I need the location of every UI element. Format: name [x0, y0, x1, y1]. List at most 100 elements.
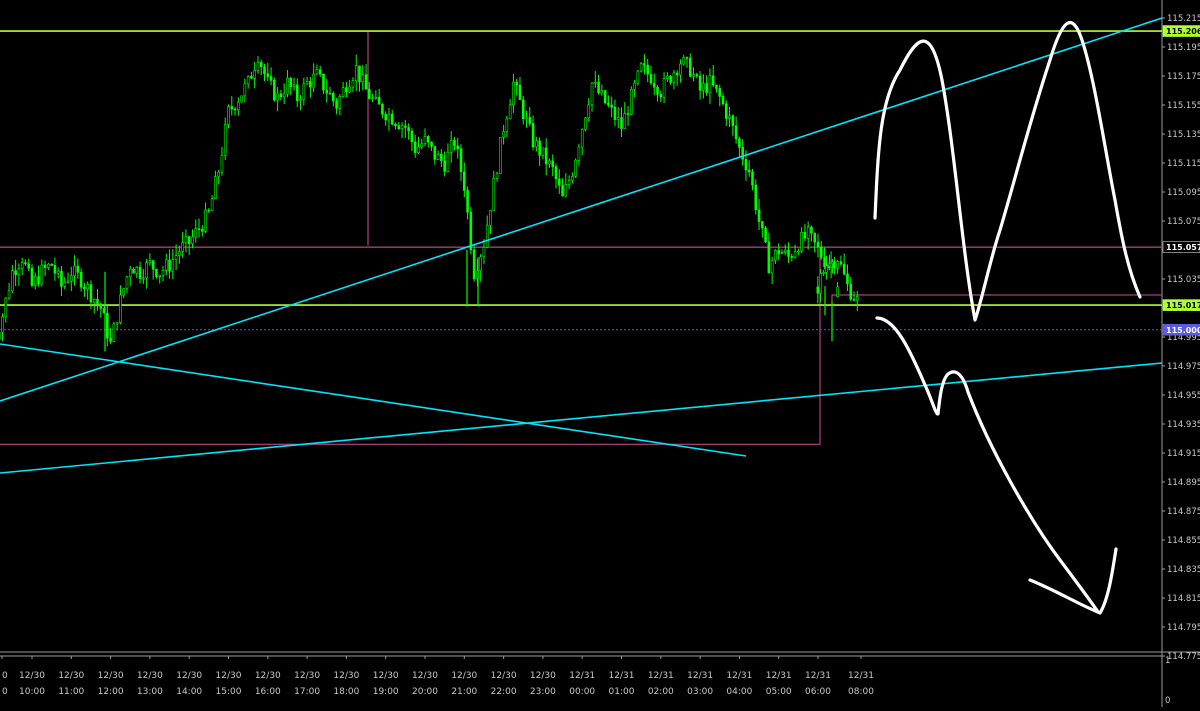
candle-body — [696, 75, 698, 76]
candle-body — [729, 116, 731, 119]
candle-body — [431, 142, 433, 146]
candle-body — [80, 272, 82, 287]
candle-body — [673, 73, 675, 83]
bearish-arrow-head-drawing[interactable] — [1030, 549, 1116, 613]
candle-body — [306, 81, 308, 84]
trading-chart[interactable]: 115.215115.195115.175115.155115.135115.1… — [0, 0, 1200, 707]
candle-body — [205, 210, 207, 231]
candle-body — [843, 264, 845, 274]
candle-body — [447, 152, 449, 171]
candle-body — [817, 287, 819, 293]
x-axis-date-label: 12/31 — [726, 671, 752, 681]
candle-body — [336, 101, 338, 109]
candle-body — [201, 229, 203, 231]
candle-body — [545, 148, 547, 164]
x-axis-date-label: 12/30 — [176, 671, 202, 681]
candle-body — [345, 88, 347, 92]
candle-body — [18, 269, 20, 275]
candle-body — [178, 251, 180, 255]
candle-body — [791, 256, 793, 257]
candle-body — [804, 232, 806, 238]
candle-body — [558, 179, 560, 185]
x-axis-date-label: 12/30 — [530, 671, 556, 681]
y-axis-tick-label: 114.975 — [1167, 362, 1200, 372]
candle-body — [467, 190, 469, 212]
candle-body — [188, 237, 190, 244]
candle-body — [391, 114, 393, 124]
ascending-trend-line[interactable] — [0, 18, 1162, 401]
candle-body — [38, 277, 40, 284]
candle-body — [123, 289, 125, 295]
candle-body — [401, 126, 403, 129]
range-box[interactable] — [0, 247, 820, 444]
candle-body — [133, 269, 135, 273]
candle-body — [601, 91, 603, 93]
candle-body — [581, 130, 583, 148]
candle-body — [322, 74, 324, 90]
candle-body — [781, 253, 783, 254]
bearish-scenario-drawing[interactable] — [877, 318, 1098, 612]
candle-body — [352, 81, 354, 87]
candle-body — [457, 146, 459, 149]
lower-trend-line[interactable] — [0, 363, 1162, 473]
x-axis-date-label: 12/31 — [609, 671, 635, 681]
lower-level-price-badge-text: 115.017 — [1166, 301, 1200, 310]
candle-body — [670, 76, 672, 82]
candle-body — [165, 260, 167, 271]
candle-body — [797, 251, 799, 252]
y-axis-tick-label: 115.075 — [1167, 217, 1200, 227]
candle-body — [604, 91, 606, 103]
candle-body — [647, 65, 649, 74]
y-axis-tick-label: 114.955 — [1167, 391, 1200, 401]
candle-body — [414, 142, 416, 153]
candle-body — [296, 85, 298, 101]
candle-body — [313, 74, 315, 87]
candle-body — [136, 267, 138, 273]
candle-body — [100, 304, 102, 309]
candle-body — [237, 102, 239, 110]
candle-body — [129, 269, 131, 277]
y-axis-tick-label: 114.795 — [1167, 623, 1200, 633]
candle-body — [241, 96, 243, 102]
candle-body — [427, 136, 429, 142]
candle-body — [434, 146, 436, 159]
candle-body — [801, 232, 803, 251]
box-top-price-badge-text: 115.057 — [1166, 243, 1200, 252]
candle-body — [778, 250, 780, 253]
candle-body — [70, 276, 72, 281]
x-axis-time-label: 12:00 — [98, 687, 124, 697]
candle-body — [342, 88, 344, 97]
candle-body — [555, 167, 557, 179]
upper-level-price-badge-text: 115.206 — [1166, 27, 1200, 36]
candle-body — [748, 170, 750, 172]
candle-body — [77, 266, 79, 272]
x-axis-time-label: 05:00 — [766, 687, 792, 697]
candle-body — [810, 227, 812, 233]
candle-body — [575, 160, 577, 176]
x-axis-date-label: 12/30 — [294, 671, 320, 681]
candle-body — [444, 161, 446, 172]
descending-trend-line[interactable] — [0, 344, 746, 456]
candle-body — [211, 199, 213, 211]
x-axis-time-label: 03:00 — [687, 687, 713, 697]
candle-body — [5, 298, 7, 317]
candle-body — [607, 103, 609, 105]
x-axis-date-label: 12/30 — [58, 671, 84, 681]
candle-body — [283, 94, 285, 97]
x-axis-time-label: 16:00 — [255, 687, 281, 697]
candle-body — [712, 76, 714, 85]
candle-body — [693, 75, 695, 77]
y-axis-tick-label: 114.875 — [1167, 507, 1200, 517]
bullish-scenario-drawing[interactable] — [875, 23, 1140, 320]
small-box-line[interactable] — [832, 295, 1162, 305]
candle-body — [453, 140, 455, 146]
candle-body — [516, 82, 518, 85]
candle-body — [41, 265, 43, 284]
candle-body — [273, 80, 275, 100]
candle-body — [460, 149, 462, 172]
price-chart-svg[interactable]: 115.215115.195115.175115.155115.135115.1… — [0, 0, 1200, 707]
y-axis-tick-label: 114.935 — [1167, 420, 1200, 430]
y-axis-tick-label: 114.835 — [1167, 565, 1200, 575]
candle-body — [54, 265, 56, 273]
candle-body — [270, 77, 272, 81]
